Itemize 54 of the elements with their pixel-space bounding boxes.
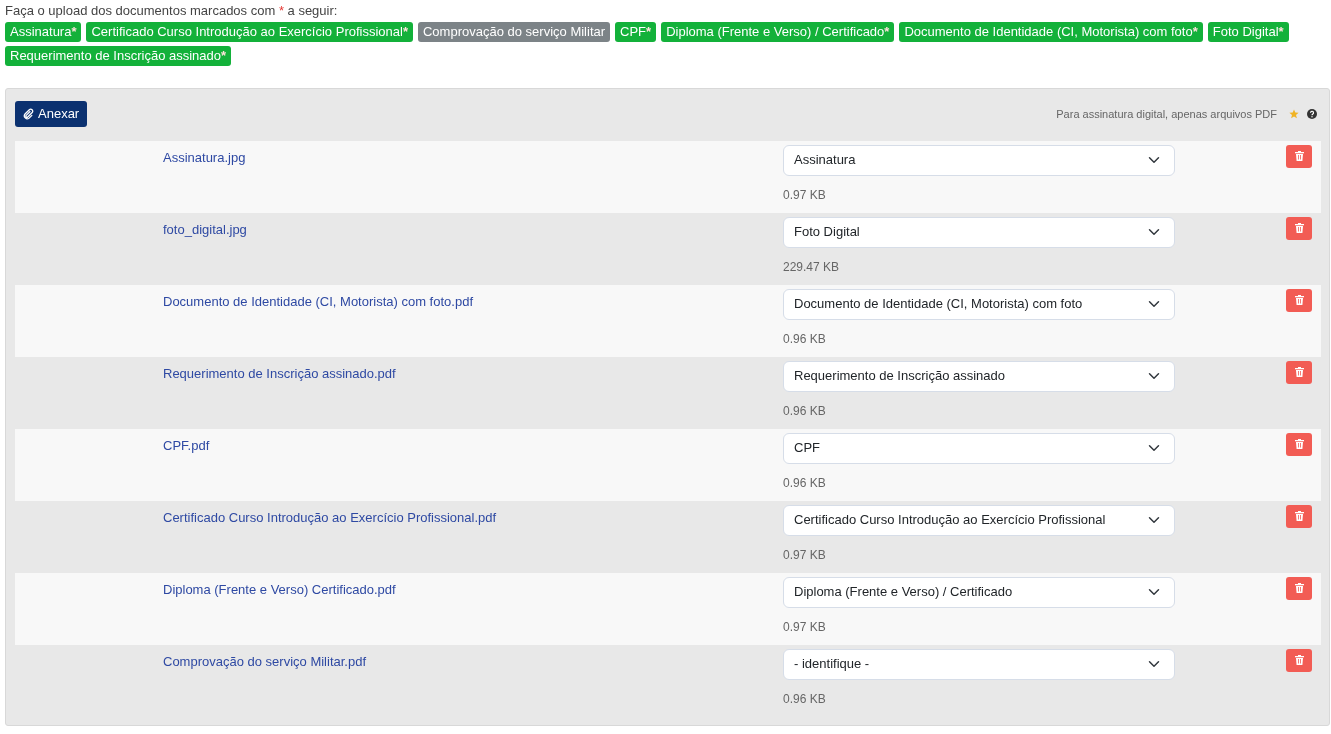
trash-icon [1294,295,1304,305]
document-tag: CPF* [615,22,657,42]
file-link[interactable]: CPF.pdf [163,432,210,455]
document-type-select[interactable]: CPF [783,432,1175,464]
hint-text: Para assinatura digital, apenas arquivos PDF [1056,106,1277,122]
file-link[interactable]: Comprovação do serviço Militar.pdf [163,648,367,671]
trash-icon [1294,223,1304,233]
file-size: 0.96 KB [783,403,827,418]
file-size: 0.97 KB [783,547,827,562]
trash-icon [1294,655,1304,665]
document-type-select[interactable]: Diploma (Frente e Verso) / Certificado [783,576,1175,608]
document-tag: Assinatura* [5,22,82,42]
document-tag: Diploma (Frente e Verso) / Certificado* [661,22,895,42]
file-link[interactable]: Certificado Curso Introdução ao Exercício Profissional.pdf [163,504,497,527]
star-icon [1289,108,1299,119]
delete-button[interactable] [1286,216,1312,240]
document-type-select[interactable]: Requerimento de Inscrição assinado [783,360,1175,392]
delete-button[interactable] [1286,360,1312,384]
file-size: 0.97 KB [783,187,827,202]
document-tag: Foto Digital* [1207,22,1289,42]
delete-button[interactable] [1286,576,1312,600]
file-link[interactable]: Documento de Identidade (CI, Motorista) com foto.pdf [163,288,473,311]
instruction-text: Faça o upload dos documentos marcados com * a seguir: [4,2,339,20]
file-size: 0.96 KB [783,475,827,490]
delete-button[interactable] [1286,432,1312,456]
file-size: 0.96 KB [783,691,827,706]
document-type-select[interactable]: - identifique - [783,648,1175,680]
help-icon[interactable] [1307,108,1317,119]
document-type-select[interactable]: Certificado Curso Introdução ao Exercício Profissional [783,504,1175,536]
delete-button[interactable] [1286,504,1312,528]
file-link[interactable]: foto_digital.jpg [163,216,247,239]
file-link[interactable]: Diploma (Frente e Verso) Certificado.pdf [163,576,396,599]
delete-button[interactable] [1286,648,1312,672]
file-link[interactable]: Assinatura.jpg [163,144,246,167]
trash-icon [1294,367,1304,377]
document-type-select[interactable]: Documento de Identidade (CI, Motorista) com foto [783,288,1175,320]
file-size: 0.97 KB [783,619,827,634]
trash-icon [1294,439,1304,449]
trash-icon [1294,151,1304,161]
delete-button[interactable] [1286,288,1312,312]
file-size: 229.47 KB [783,259,841,274]
attach-button[interactable]: Anexar [15,101,88,127]
document-type-select[interactable]: Assinatura [783,144,1175,176]
document-tag: Comprovação do serviço Militar [418,22,611,42]
file-size: 0.96 KB [783,331,827,346]
document-tag: Requerimento de Inscrição assinado* [5,46,232,66]
paperclip-icon [23,107,34,120]
document-tag: Documento de Identidade (CI, Motorista) com foto* [899,22,1203,42]
delete-button[interactable] [1286,144,1312,168]
document-tag: Certificado Curso Introdução ao Exercício Profissional* [86,22,413,42]
trash-icon [1294,511,1304,521]
trash-icon [1294,583,1304,593]
document-type-select[interactable]: Foto Digital [783,216,1175,248]
file-link[interactable]: Requerimento de Inscrição assinado.pdf [163,360,396,383]
